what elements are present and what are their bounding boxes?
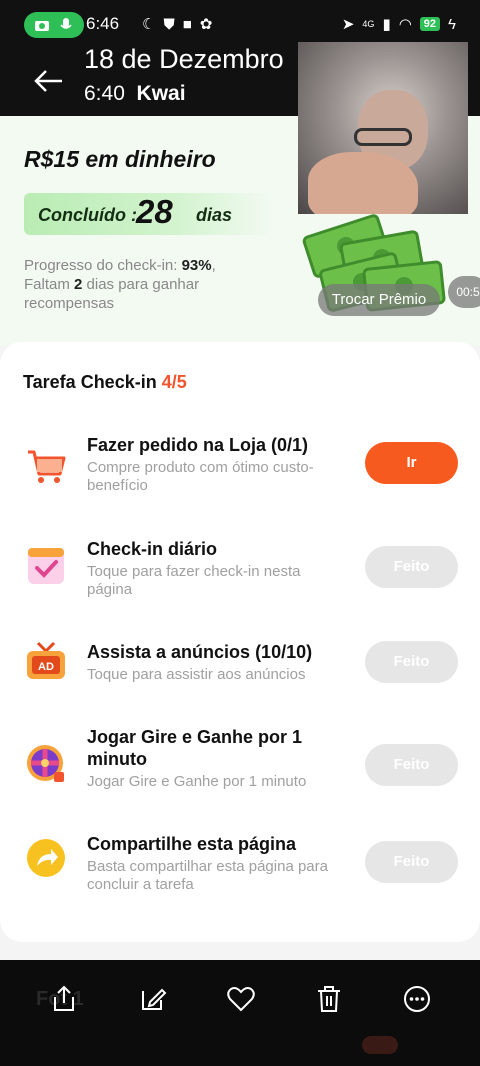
task-done-button[interactable]: Feito	[365, 641, 458, 683]
task-description: Compre produto com ótimo custo-benefício	[87, 459, 314, 494]
status-time: 6:46	[86, 14, 120, 33]
task-item: Compartilhe esta página Basta compartilh…	[0, 833, 480, 923]
video-icon: ■	[182, 16, 200, 33]
task-description: Toque para assistir aos anúncios	[87, 666, 306, 683]
video-thumbnail[interactable]	[298, 42, 468, 214]
task-item: Jogar Gire e Ganhe por 1 minuto Jogar Gi…	[0, 726, 480, 816]
share-icon[interactable]	[49, 984, 79, 1014]
task-item: AD Assista a anúncios (10/10) Toque para…	[0, 641, 480, 731]
progress-percent: 93%	[181, 257, 212, 274]
completed-days-count: 28	[136, 193, 173, 230]
task-description: Basta compartilhar esta página para conc…	[87, 858, 328, 893]
task-item: Fazer pedido na Loja (0/1) Compre produt…	[0, 434, 480, 524]
reward-title: R$15 em dinheiro	[24, 146, 216, 172]
charging-icon: ϟ	[448, 15, 456, 33]
task-title: Assista a anúncios (10/10)	[87, 642, 313, 662]
progress-text: Progresso do check-in: 93%, Faltam 2 dia…	[24, 256, 254, 313]
shopping-cart-icon	[24, 444, 68, 488]
share-arrow-icon	[24, 836, 68, 880]
task-title: Compartilhe esta página	[87, 834, 297, 854]
media-date-title: 18 de Dezembro	[84, 44, 284, 74]
task-done-button[interactable]: Feito	[365, 744, 458, 786]
heart-icon[interactable]	[226, 984, 256, 1014]
status-notification-icons: ☾⛊■✿	[142, 15, 220, 33]
more-icon[interactable]	[402, 984, 432, 1014]
location-icon: ➤	[341, 16, 355, 33]
wifi-icon: ◠	[398, 16, 412, 33]
completed-label: Concluído :	[38, 205, 137, 225]
task-description: Toque para fazer check-in nesta página	[87, 563, 301, 598]
spin-wheel-icon	[24, 742, 68, 786]
edit-icon[interactable]	[138, 984, 168, 1014]
media-time: 6:40	[84, 82, 125, 105]
exchange-prize-button[interactable]: Trocar Prêmio	[318, 284, 440, 316]
task-go-button[interactable]: Ir	[365, 442, 458, 484]
task-done-button[interactable]: Feito	[365, 546, 458, 588]
checkin-tasks-card: Tarefa Check-in 4/5 Fazer pedido na Loja…	[0, 342, 480, 942]
battery-level: 92	[419, 17, 441, 31]
media-app-name: Kwai	[136, 82, 186, 105]
microphone-icon	[58, 17, 74, 33]
moon-icon: ☾	[142, 16, 164, 33]
task-description: Jogar Gire e Ganhe por 1 minuto	[87, 773, 307, 790]
tasks-title: Tarefa Check-in 4/5	[23, 372, 187, 393]
camera-icon	[34, 17, 50, 33]
app-icon: ✿	[199, 16, 221, 33]
task-title: Jogar Gire e Ganhe por 1 minuto	[87, 727, 303, 769]
ad-tv-icon: AD	[24, 639, 68, 683]
completed-days-pill: Concluído : 28 dias	[24, 193, 274, 235]
signal-icon: ▮	[382, 16, 391, 33]
task-done-button[interactable]: Feito	[365, 841, 458, 883]
task-title: Fazer pedido na Loja (0/1)	[87, 435, 309, 455]
recording-indicator	[24, 12, 84, 38]
tasks-title-text: Tarefa Check-in	[23, 372, 162, 392]
shield-icon: ⛊	[163, 16, 183, 33]
media-subtitle: 6:40 Kwai	[84, 82, 186, 106]
svg-text:AD: AD	[38, 661, 54, 673]
checkin-page: R$15 em dinheiro Concluído : 28 dias Pro…	[0, 116, 480, 960]
timer-badge[interactable]: 00:5	[448, 276, 480, 308]
task-title: Check-in diário	[87, 539, 218, 559]
media-toolbar: Fot 1	[0, 960, 480, 1066]
network-label: 4G	[362, 19, 375, 29]
toolbar-ghost-toggle	[362, 1036, 398, 1054]
calendar-check-icon	[24, 542, 68, 586]
back-arrow-icon[interactable]	[30, 66, 66, 96]
progress-prefix: Progresso do check-in:	[24, 257, 182, 274]
status-system-icons: ➤ 4G ▮ ◠ 92 ϟ	[341, 15, 456, 34]
tasks-count: 4/5	[161, 372, 187, 392]
completed-days-unit: dias	[196, 205, 233, 225]
trash-icon[interactable]	[314, 984, 344, 1014]
task-item: Check-in diário Toque para fazer check-i…	[0, 538, 480, 628]
